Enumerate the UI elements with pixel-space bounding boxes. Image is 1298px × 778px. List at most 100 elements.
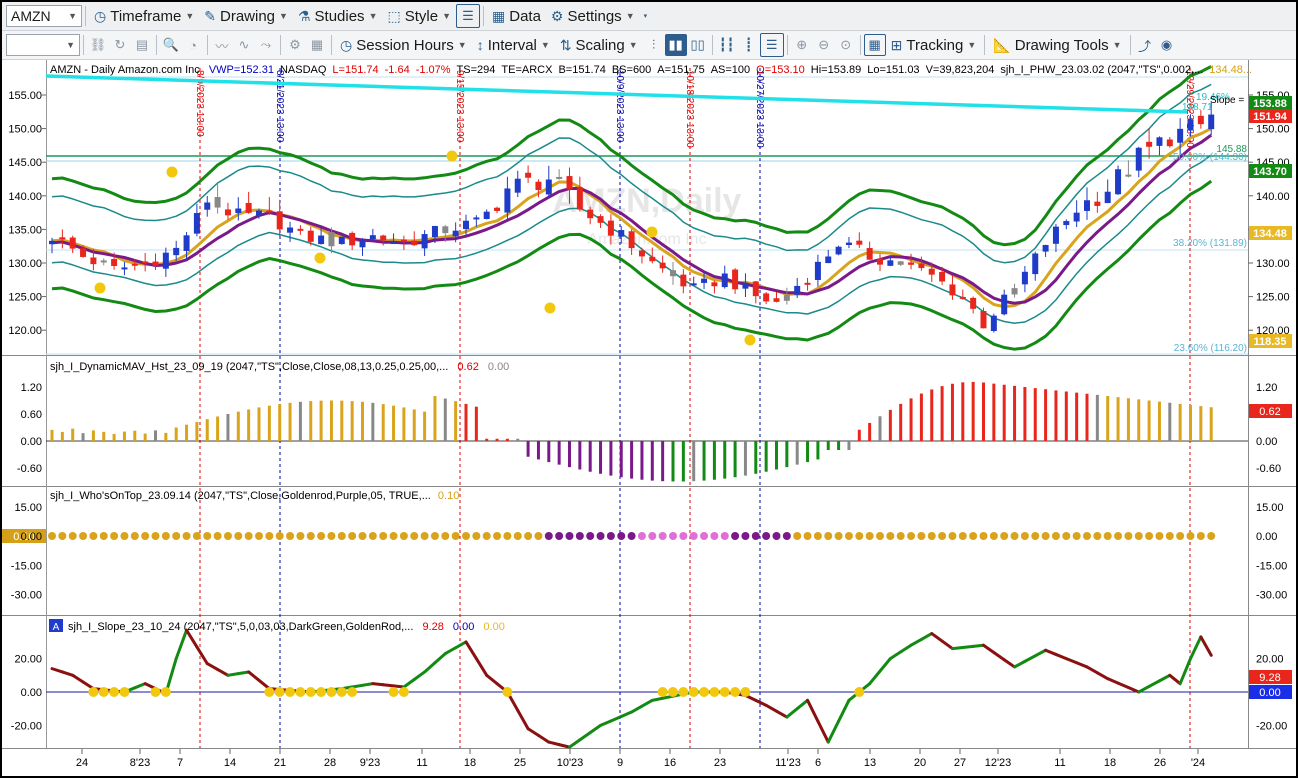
slope-segment: [816, 719, 830, 744]
slope-segment: [60, 670, 75, 677]
symbol-input[interactable]: AMZN ▼: [6, 5, 82, 27]
fib-label: 50.00% (144.30): [1173, 152, 1247, 163]
candle-body: [587, 209, 594, 219]
candle-body: [566, 176, 573, 190]
candle-body: [235, 208, 242, 213]
candle-body: [1146, 141, 1153, 147]
slope-segment: [1168, 673, 1182, 686]
who-dot: [679, 532, 688, 540]
timeframe-menu[interactable]: ◷ Timeframe ▼: [89, 4, 199, 28]
style-menu[interactable]: ⬚ Style ▼: [382, 4, 456, 28]
price-tick-label: 130.00: [1256, 258, 1290, 270]
chevron-down-icon: ▼: [1112, 40, 1122, 50]
drawing-menu[interactable]: ✎ Drawing ▼: [199, 4, 293, 28]
who-dot: [255, 532, 263, 540]
ohlc-icon[interactable]: ┇┇: [716, 34, 738, 56]
candlestick-icon[interactable]: ▮▮: [664, 34, 687, 56]
candle-body: [545, 179, 552, 195]
who-dot: [1145, 532, 1154, 540]
hlc-icon[interactable]: ┋: [738, 34, 760, 56]
chart-combo[interactable]: ▼: [6, 34, 80, 56]
who-dot: [1041, 532, 1050, 540]
clock-icon: ◷: [94, 7, 107, 24]
slope-zero-dot: [699, 687, 710, 697]
slope-segment: [619, 710, 634, 718]
who-dot: [1010, 532, 1019, 540]
time-tick-label: 28: [324, 757, 336, 769]
eye-icon[interactable]: ◉: [1156, 34, 1178, 56]
table-icon[interactable]: ▦: [306, 34, 328, 56]
link-icon[interactable]: ⛓: [87, 34, 109, 56]
tracking-menu[interactable]: ⊞ Tracking ▼: [886, 33, 982, 57]
layout-icon[interactable]: ☰: [759, 33, 784, 57]
candle-body: [659, 262, 666, 269]
grid-icon[interactable]: ▤: [131, 34, 153, 56]
refresh-icon[interactable]: ↻: [109, 34, 131, 56]
candle-body: [400, 239, 407, 242]
slope-zero-dot: [502, 687, 513, 697]
candle-body: [959, 296, 966, 299]
slope-segment: [381, 683, 396, 688]
pattern-icon[interactable]: 〰: [211, 34, 233, 56]
mav-panel-header: sjh_I_DynamicMAV_Hst_23_09_19 (2047,"TS"…: [50, 361, 509, 373]
mav-tick-label: -0.60: [1256, 463, 1281, 475]
slope-axis: 20.00 20.00 0.00 0.00 -20.00 -20.00: [11, 654, 1287, 733]
layout-icon[interactable]: ☰: [456, 4, 480, 28]
slope-zero-dot: [109, 687, 120, 697]
header-field: AS=100: [711, 64, 750, 76]
time-tick-label: 9'23: [360, 757, 380, 769]
separator: [331, 35, 332, 55]
zoom-reset-icon[interactable]: ⊙: [835, 34, 857, 56]
config-icon[interactable]: ⚙: [284, 34, 306, 56]
who-dot: [306, 532, 315, 540]
who-dot: [213, 532, 222, 540]
slope-segment: [236, 670, 251, 676]
candle-body: [576, 187, 583, 210]
wave-icon[interactable]: ∿: [233, 34, 255, 56]
header-field: O=153.10: [756, 64, 805, 76]
settings-menu[interactable]: ⚙ Settings ▼: [546, 4, 640, 28]
zoom-in-icon[interactable]: ⊕: [791, 34, 813, 56]
mav-tick-label-left: 1.20: [21, 382, 42, 394]
slope-segment: [557, 743, 571, 749]
candle-body: [287, 227, 294, 233]
chart-area[interactable]: AMZN,Daily Amazon.com Inc 8/9/2023 13:00…: [2, 60, 1296, 776]
who-dot: [1165, 532, 1174, 540]
branch-icon[interactable]: ⤳: [255, 34, 277, 56]
slope-segment: [930, 632, 944, 643]
who-dot: [462, 532, 470, 540]
who-dot: [989, 532, 998, 540]
dial-icon[interactable]: ◔: [182, 34, 204, 56]
zoom-icon[interactable]: 🔍: [160, 34, 182, 56]
who-title: sjh_I_Who'sOnTop_23.09.14 (2047,"TS",Clo…: [50, 490, 431, 502]
slope-segment: [1075, 661, 1089, 669]
slope-value1: 9.28: [422, 621, 443, 633]
header-field: NASDAQ: [280, 64, 327, 76]
data-menu[interactable]: ▦ Data: [487, 4, 546, 28]
who-dot: [938, 532, 947, 540]
who-tick-label: -15.00: [1256, 560, 1287, 572]
slope-zero-dot: [854, 687, 865, 697]
slope-segment: [982, 643, 996, 654]
slope-segment: [764, 703, 778, 713]
interval-menu[interactable]: ↕ Interval ▼: [472, 33, 555, 57]
bar-chart-icon[interactable]: ⫶: [643, 34, 665, 56]
studies-menu[interactable]: ⚗ Studies ▼: [293, 4, 383, 28]
trendline-icon[interactable]: ⤴: [1134, 34, 1156, 56]
who-dot: [596, 532, 605, 540]
crosshair-grid-icon[interactable]: ▦: [863, 34, 886, 56]
zoom-out-icon[interactable]: ⊖: [813, 34, 835, 56]
session-hours-menu[interactable]: ◷ Session Hours ▼: [335, 33, 472, 57]
drawing-tools-menu[interactable]: 📐 Drawing Tools ▼: [988, 33, 1126, 57]
slope-segment: [1199, 635, 1213, 657]
who-dot: [979, 532, 988, 540]
slope-segment: [785, 707, 799, 719]
candle-body: [794, 285, 801, 295]
scaling-menu[interactable]: ⇅ Scaling ▼: [555, 33, 643, 57]
time-tick-label: 18: [464, 757, 476, 769]
overflow-icon[interactable]: ▾: [644, 12, 648, 20]
settings-label: Settings: [567, 7, 622, 25]
hollow-candle-icon[interactable]: ▯▯: [687, 34, 709, 56]
price-tick-label-left: 140.00: [8, 191, 42, 203]
header-field: V=39,823,204: [926, 64, 995, 76]
